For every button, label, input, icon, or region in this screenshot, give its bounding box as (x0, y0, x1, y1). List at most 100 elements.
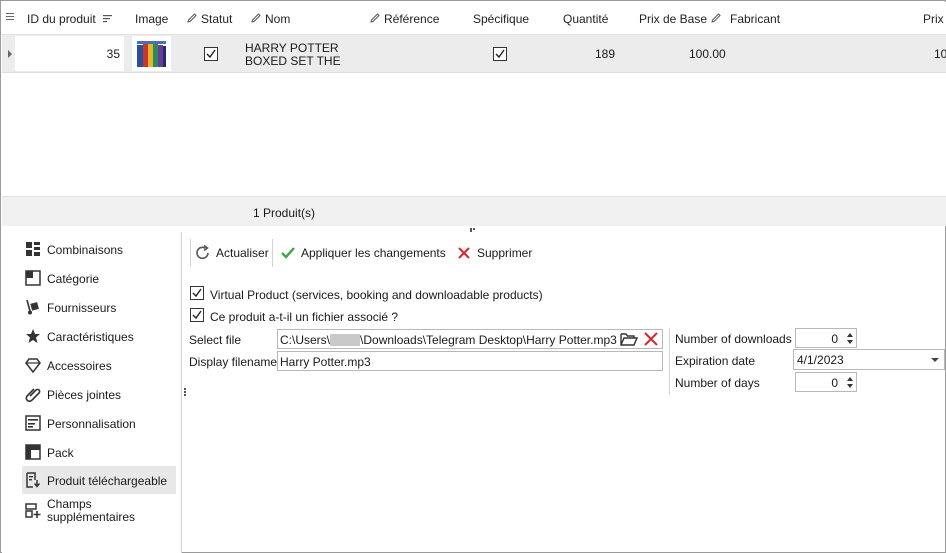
sidebar-item-combinaisons[interactable]: Combinaisons (22, 235, 176, 263)
num-days-label: Number of days (675, 376, 760, 390)
spin-up-icon[interactable] (847, 377, 853, 381)
sidebar-item-label: Catégorie (47, 272, 100, 286)
check-icon (192, 288, 202, 298)
sort-icon (103, 15, 113, 23)
column-menu-icon[interactable] (6, 13, 14, 23)
clear-file-icon[interactable] (642, 331, 660, 347)
product-name-line2: BOXED SET THE (245, 54, 341, 68)
spin-down-icon[interactable] (847, 340, 853, 344)
sidebar-item-accessoires[interactable]: Accessoires (22, 351, 176, 379)
row-indicator-icon (8, 50, 12, 58)
check-icon (192, 310, 202, 320)
apply-changes-button[interactable]: Appliquer les changements (279, 243, 449, 263)
sidebar-item-label: Pack (47, 446, 74, 460)
quantity-cell[interactable]: 189 (595, 47, 615, 61)
category-icon (25, 270, 41, 286)
red-x-icon (458, 247, 470, 259)
redacted-username (330, 334, 361, 346)
sidebar-item-produit-telechargeable[interactable]: Produit téléchargeable (22, 466, 176, 494)
select-file-field[interactable]: C:\Users\ \Downloads\Telegram Desktop\Har… (277, 329, 663, 349)
expiration-date-label: Expiration date (675, 354, 756, 368)
sidebar-item-label: Produit téléchargeable (47, 474, 168, 488)
expiration-date-value: 4/1/2023 (797, 353, 844, 367)
pencil-icon (370, 13, 380, 23)
open-folder-icon[interactable] (620, 331, 638, 347)
display-filename-field[interactable]: Harry Potter.mp3 (277, 351, 663, 371)
id-cell[interactable]: 35 (15, 36, 124, 71)
check-icon (206, 49, 216, 59)
spin-up-icon[interactable] (847, 333, 853, 337)
column-header-reference[interactable]: Référence (369, 12, 439, 26)
sidebar-item-label: Personnalisation (47, 417, 136, 431)
column-header-base-price[interactable]: Prix de Base (639, 12, 725, 26)
column-header-manufacturer[interactable]: Fabricant (730, 12, 780, 26)
chevron-down-icon[interactable] (931, 358, 939, 362)
sidebar-item-categorie[interactable]: Catégorie (22, 264, 176, 292)
sidebar-item-personnalisation[interactable]: Personnalisation (22, 409, 176, 437)
refresh-label: Actualiser (216, 246, 269, 260)
virtual-product-checkbox[interactable] (190, 286, 204, 300)
sidebar-item-caracteristiques[interactable]: Caractéristiques (22, 322, 176, 350)
sidebar-item-label: Pièces jointes (47, 388, 122, 402)
refresh-icon (196, 244, 209, 260)
base-price-cell[interactable]: 100.00 (689, 47, 726, 61)
check-icon (495, 49, 505, 59)
paperclip-icon (25, 388, 41, 402)
spin-down-icon[interactable] (847, 384, 853, 388)
delete-button[interactable]: Supprimer (455, 243, 539, 263)
grid-footer: 1 Produit(s) (2, 196, 946, 226)
column-header-id[interactable]: ID du produit (27, 12, 113, 26)
toolbar-separator (190, 239, 191, 267)
customize-icon (25, 415, 41, 431)
refresh-button[interactable]: Actualiser (194, 243, 272, 263)
price-tax-cell[interactable]: 10 (934, 47, 946, 61)
delete-label: Supprimer (477, 246, 533, 260)
splitter-handle[interactable] (470, 228, 478, 232)
diamond-icon (25, 358, 41, 373)
column-header-status[interactable]: Statut (186, 12, 232, 26)
sidebar-item-label: Champs supplémentaires (47, 497, 136, 524)
product-name-cell[interactable]: HARRY POTTER BOXED SET THE (245, 42, 341, 68)
sidebar-item-pieces-jointes[interactable]: Pièces jointes (22, 380, 176, 408)
specific-checkbox[interactable] (493, 47, 507, 61)
pencil-icon (187, 13, 197, 23)
column-header-base-price-label: Prix de Base (639, 12, 708, 26)
vertical-splitter-handle[interactable] (184, 388, 186, 398)
form-divider (669, 328, 670, 394)
num-downloads-value: 0 (831, 332, 838, 346)
num-downloads-stepper[interactable]: 0 (795, 328, 857, 348)
expiration-date-picker[interactable]: 4/1/2023 (793, 349, 945, 370)
column-header-name[interactable]: Nom (250, 12, 290, 26)
column-header-name-label: Nom (265, 12, 291, 26)
virtual-product-label: Virtual Product (services, booking and d… (210, 288, 543, 302)
hand-truck-icon (26, 299, 39, 315)
column-header-id-label: ID du produit (27, 12, 96, 26)
download-file-icon (26, 472, 41, 488)
id-value: 35 (106, 47, 120, 61)
status-checkbox[interactable] (204, 47, 218, 61)
grid-header: ID du produit Image Statut Nom Référence… (2, 2, 946, 35)
column-header-image[interactable]: Image (135, 12, 168, 26)
has-file-label: Ce produit a-t-il un fichier associé ? (210, 310, 399, 324)
sidebar-item-label: Caractéristiques (47, 330, 134, 344)
has-file-checkbox[interactable] (190, 308, 204, 322)
pencil-icon (251, 13, 261, 23)
table-row[interactable]: 35 HARRY POTTER BOXED SET THE 189 100.00… (2, 35, 946, 73)
column-header-quantity[interactable]: Quantité (563, 12, 608, 26)
sidebar-item-fournisseurs[interactable]: Fournisseurs (22, 293, 176, 321)
num-days-stepper[interactable]: 0 (795, 372, 857, 392)
column-header-price-tax[interactable]: Prix T (923, 12, 946, 26)
add-fields-icon (25, 503, 41, 518)
sidebar-item-champs-supplementaires[interactable]: Champs supplémentaires (22, 497, 176, 525)
sidebar-item-label: Combinaisons (47, 243, 124, 257)
product-count: 1 Produit(s) (253, 206, 316, 220)
pack-icon (25, 444, 41, 460)
green-check-icon (281, 247, 295, 259)
sidebar-item-label: Fournisseurs (47, 301, 117, 315)
product-image-cell[interactable] (132, 36, 171, 71)
sidebar-item-pack[interactable]: Pack (22, 438, 176, 466)
column-header-specific[interactable]: Spécifique (473, 12, 529, 26)
column-header-reference-label: Référence (384, 12, 440, 26)
column-header-status-label: Statut (201, 12, 233, 26)
num-downloads-label: Number of downloads (675, 332, 792, 346)
